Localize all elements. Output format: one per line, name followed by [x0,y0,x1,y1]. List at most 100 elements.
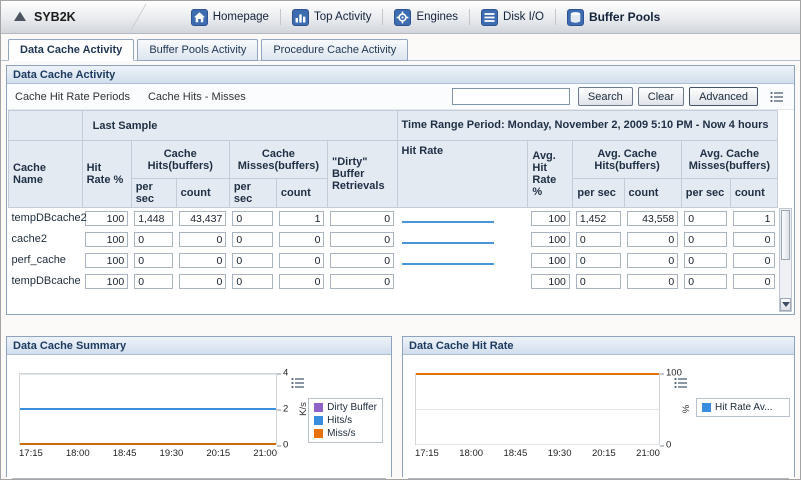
cell-value: 0 [134,253,173,268]
cache-name-cell[interactable]: tempDBcache [9,271,83,292]
panel-title: Data Cache Activity [7,66,794,84]
x-tick-label: 18:45 [113,448,137,459]
view-link-cache-hits-misses[interactable]: Cache Hits - Misses [148,91,246,103]
x-tick-label: 18:00 [459,448,483,459]
cell-value: 0 [627,232,678,247]
cell-value: 0 [179,274,226,289]
cache-name-cell[interactable]: cache2 [9,229,83,250]
engine-icon [394,9,411,26]
disk-icon [481,9,498,26]
col-avg-hit-rate[interactable]: Avg. Hit Rate % [528,141,573,208]
cell-value: 0 [330,232,394,247]
nav-homepage[interactable]: Homepage [191,9,269,26]
legend-label: Miss/s [327,428,355,439]
cache-name-cell[interactable]: tempDBcache2 [9,208,83,229]
scroll-down-button[interactable] [780,298,791,311]
tab-data-cache-activity[interactable]: Data Cache Activity [8,39,134,61]
legend-label: Hits/s [327,415,352,426]
cell-value: 100 [85,274,128,289]
nav-engines[interactable]: Engines [394,9,458,26]
nav-homepage-label: Homepage [213,11,269,23]
tab-buffer-pools-activity[interactable]: Buffer Pools Activity [137,39,258,61]
cell-value: 0 [134,232,173,247]
expand-arrow-icon [13,9,27,26]
nav-buffer-pools[interactable]: Buffer Pools [567,9,660,26]
col-cache-name[interactable]: Cache Name [9,141,83,208]
x-tick-label: 17:15 [19,448,43,459]
chart-menu-icon[interactable] [291,377,305,389]
subcol-per-sec[interactable]: per sec [573,179,624,208]
cell-value: 0 [733,253,774,268]
cell-value: 0 [576,253,621,268]
table-menu-icon[interactable] [768,89,786,105]
cell-value: 0 [733,274,774,289]
col-cache-misses[interactable]: Cache Misses(buffers) [229,141,327,179]
subcol-per-sec[interactable]: per sec [681,179,730,208]
view-link-cache-hit-rate-periods[interactable]: Cache Hit Rate Periods [15,91,130,103]
cell-value: 0 [279,274,324,289]
cell-value: 100 [531,232,570,247]
cache-name-cell[interactable]: perf_cache [9,250,83,271]
time-range-group-header: Time Range Period: Monday, November 2, 2… [397,111,777,141]
col-cache-hits[interactable]: Cache Hits(buffers) [131,141,229,179]
search-input[interactable] [452,88,570,105]
app-title: SYB2K [34,10,76,24]
nav-top-activity[interactable]: Top Activity [292,9,372,26]
cell-value: 100 [85,253,128,268]
bar-chart-icon [292,9,309,26]
subcol-count[interactable]: count [176,179,229,208]
chart-menu-icon[interactable] [674,377,688,389]
hit-rate-legend: Hit Rate Av... [696,398,790,417]
table-v-scrollbar[interactable] [779,208,792,312]
scroll-thumb[interactable] [781,210,790,260]
cell-value: 0 [279,253,324,268]
subcol-per-sec[interactable]: per sec [131,179,176,208]
cell-value: 0 [330,211,394,226]
summary-chart: 420 K/s 17:1518:0018:4519:3020:1521:00 D… [7,373,391,480]
hit-rate-sparkline [402,263,494,265]
y-axis-unit-label: % [681,405,692,413]
nav-disk-io[interactable]: Disk I/O [481,9,544,26]
series-lines [20,374,276,444]
x-tick-label: 20:15 [592,448,616,459]
cell-value: 43,558 [627,211,678,226]
summary-x-axis: 17:1518:0018:4519:3020:1521:00 [19,448,277,459]
legend-item: Hits/s [314,414,377,427]
nav-divider [382,9,383,25]
cell-value: 0 [330,253,394,268]
col-avg-cache-hits[interactable]: Avg. Cache Hits(buffers) [573,141,681,179]
subcol-count[interactable]: count [624,179,681,208]
legend-item: Miss/s [314,427,377,440]
table-row[interactable]: perf_cache 100 0 0 0 0 0 100 0 0 0 0 [9,250,778,271]
col-avg-cache-misses[interactable]: Avg. Cache Misses(buffers) [681,141,777,179]
cell-value: 0 [733,232,774,247]
col-hit-rate-trend[interactable]: Hit Rate [397,141,528,208]
advanced-button[interactable]: Advanced [689,87,758,106]
cell-value: 100 [85,232,128,247]
table-row[interactable]: tempDBcache 100 0 0 0 0 0 100 0 0 0 0 [9,271,778,292]
top-nav: Homepage Top Activity Engines [191,9,661,26]
last-sample-group-header: Last Sample [82,111,397,141]
subcol-count[interactable]: count [276,179,327,208]
x-tick-label: 17:15 [415,448,439,459]
clear-button[interactable]: Clear [638,87,684,106]
legend-item: Dirty Buffer [314,401,377,414]
search-button[interactable]: Search [578,87,633,106]
col-hit-rate[interactable]: Hit Rate % [82,141,131,208]
hit-rate-x-axis: 17:1518:0018:4519:3020:1521:00 [415,448,660,459]
cell-value: 0 [134,274,173,289]
tab-procedure-cache-activity[interactable]: Procedure Cache Activity [261,39,408,61]
table-row[interactable]: tempDBcache2 100 1,448 43,437 0 1 0 100 … [9,208,778,229]
subcol-per-sec[interactable]: per sec [229,179,276,208]
nav-divider [469,9,470,25]
hit-rate-plot-area [415,373,660,445]
subcol-count[interactable]: count [730,179,777,208]
table-row[interactable]: cache2 100 0 0 0 0 0 100 0 0 0 0 [9,229,778,250]
home-icon [191,9,208,26]
nav-divider [555,9,556,25]
data-cache-hit-rate-panel: Data Cache Hit Rate 1000 % 17:1518:0018:… [402,336,795,477]
cell-value: 100 [85,211,128,226]
col-dirty-buffer-retrievals[interactable]: "Dirty" Buffer Retrievals [327,141,397,208]
scroll-track[interactable] [780,261,791,298]
nav-disk-io-label: Disk I/O [503,11,544,23]
